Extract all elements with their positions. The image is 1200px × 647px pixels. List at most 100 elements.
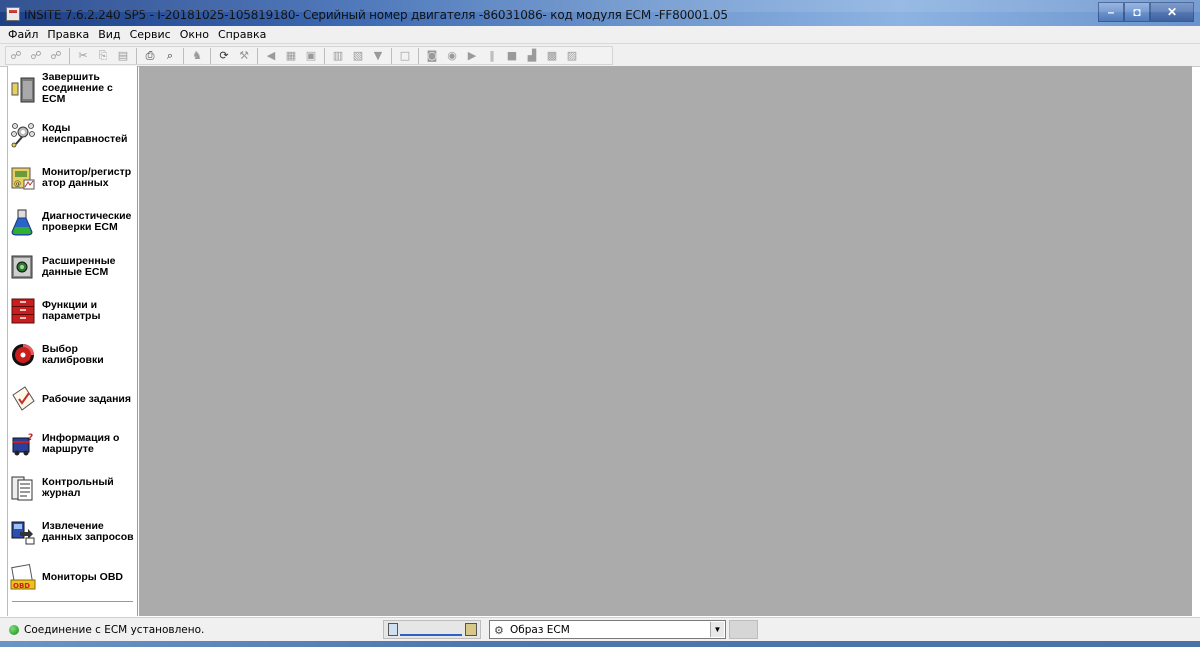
new-doc-button[interactable]: □ [397,48,413,64]
toolbar-separator [324,47,325,64]
audit-trail-icon [10,474,36,502]
sidebar-item-label: Рабочие задания [42,392,131,405]
paste-button[interactable]: ▤ [115,48,131,64]
ecm-image-icon: ⚙ [494,624,504,637]
sidebar-item-features-parameters[interactable]: Функции и параметры [10,297,138,325]
toolbar-separator [69,47,70,64]
sidebar-item-fault-codes[interactable]: Коды неисправностей [10,120,138,148]
calibration-selection-icon [10,341,36,369]
sidebar-item-label: Расширенные данные ECM [42,255,116,278]
stop-icon: ■ [506,49,518,62]
refresh-button[interactable]: ⟳ [216,48,232,64]
toolbar-separator [257,47,258,64]
print-preview-icon: ⌕ [166,48,174,62]
title-bar[interactable]: INSITE 7.6.2.240 SP5 - I-20181025-105819… [0,0,1200,28]
sidebar-item-label: Диагностические проверки ECM [42,210,132,233]
sidebar-item-obd-monitors[interactable]: OBD Мониторы OBD [10,563,138,591]
record-button[interactable]: ◉ [444,48,460,64]
menu-view[interactable]: Вид [98,28,120,41]
mdi-workspace[interactable] [139,66,1192,616]
sidebar-item-label: Информация о маршруте [42,432,120,455]
sidebar-item-calibration-selection[interactable]: Выбор калибровки [10,341,138,369]
menu-tools[interactable]: Сервис [130,28,171,41]
obd-monitors-icon: OBD [10,563,36,591]
connect-icon: ☍ [10,49,22,62]
ecm-image-select[interactable]: ⚙ Образ ECM ▼ [489,620,726,639]
maximize-button[interactable]: ◘ [1124,2,1150,22]
connect-multi-button[interactable]: ☍ [28,48,44,64]
refresh-icon: ⟳ [219,49,229,62]
play-button[interactable]: ▶ [464,48,480,64]
cut-icon: ✂ [78,49,88,62]
print-preview-button[interactable]: ⌕ [162,48,178,64]
sidebar-item-label: Мониторы OBD [42,570,124,583]
sidebar-item-label: Выбор калибровки [42,343,104,366]
menu-bar: Файл Правка Вид Сервис Окно Справка [0,26,1200,43]
menu-file[interactable]: Файл [8,28,38,41]
print-button[interactable]: ⎙ [142,48,158,64]
app-icon[interactable] [6,7,20,21]
export-button[interactable]: ▧ [350,48,366,64]
connect-multi-icon: ☍ [30,49,42,62]
sidebar-item-trip-information[interactable]: ? Информация о маршруте [10,430,138,458]
connection-link-icon [400,634,462,636]
close-button[interactable]: ✕ [1150,2,1194,22]
sidebar-item-disconnect-ecm[interactable]: Завершить соединение с ECM [10,72,138,105]
work-orders-icon [10,385,36,413]
stop-button[interactable]: ■ [504,48,520,64]
report-button[interactable]: ▥ [330,48,346,64]
play-icon: ▶ [467,49,477,62]
chevron-down-icon[interactable]: ▼ [710,622,724,637]
toolbar-separator [183,47,184,64]
filter-icon: ▼ [373,49,383,62]
filter-button[interactable]: ▼ [370,48,386,64]
trip-information-icon: ? [10,430,36,458]
chart-button[interactable]: ▩ [544,48,560,64]
window-controls: – ◘ ✕ [1098,2,1194,22]
toolbar-separator [210,47,211,64]
connection-indicator [383,620,481,639]
sidebar-item-label: Завершить соединение с ECM [42,71,113,105]
sidebar-item-diagnostic-tests[interactable]: Диагностические проверки ECM [10,208,138,236]
pause-icon: ‖ [489,49,495,62]
status-panel [729,620,758,639]
connect-button[interactable]: ☍ [8,48,24,64]
camera-button[interactable]: ◙ [424,48,440,64]
sidebar-item-work-orders[interactable]: Рабочие задания [10,385,138,413]
add-record-button[interactable]: ▦ [283,48,299,64]
connection-status-icon [9,625,19,635]
menu-edit[interactable]: Правка [47,28,89,41]
copy-button[interactable]: ⎘ [95,48,111,64]
toolbar-separator [391,47,392,64]
sidebar-item-data-monitor[interactable]: @ Монитор/регистр атор данных [10,164,138,192]
pause-button[interactable]: ‖ [484,48,500,64]
disconnect-ecm-icon [10,75,36,103]
find-icon: ♞ [192,49,202,62]
wrench-button[interactable]: ⚒ [236,48,252,64]
diagnostic-tests-icon [10,208,36,236]
sidebar-item-label: Извлечение данных запросов [42,520,134,543]
find-button[interactable]: ♞ [189,48,205,64]
step-button[interactable]: ▟ [524,48,540,64]
menu-window[interactable]: Окно [180,28,209,41]
save-record-button[interactable]: ▣ [303,48,319,64]
advanced-ecm-data-icon [10,253,36,281]
data-monitor-icon: @ [10,164,36,192]
paste-icon: ▤ [117,49,129,62]
wrench-icon: ⚒ [239,49,249,62]
sidebar-item-data-extraction[interactable]: Извлечение данных запросов [10,518,138,546]
sidebar-item-audit-trail[interactable]: Контрольный журнал [10,474,138,502]
report-icon: ▥ [332,49,344,62]
notes-button[interactable]: ▨ [564,48,580,64]
notes-icon: ▨ [566,49,578,62]
step-icon: ▟ [527,49,537,62]
connection-status-text: Соединение с ECM установлено. [24,624,205,636]
minimize-button[interactable]: – [1098,2,1124,22]
menu-help[interactable]: Справка [218,28,266,41]
cut-button[interactable]: ✂ [75,48,91,64]
speaker-button[interactable]: ◀ [263,48,279,64]
sidebar-item-advanced-ecm-data[interactable]: Расширенные данные ECM [10,253,138,281]
sidebar-item-label: Монитор/регистр атор данных [42,166,132,189]
toolbar: ☍ ☍ ☍ ✂ ⎘ ▤ ⎙ ⌕ ♞ ⟳ ⚒ ◀ ▦ ▣ ▥ ▧ ▼ □ ◙ ◉ ▶ ‖ ■ ▟ ▩ ▨ [0,43,1200,67]
disconnect-button[interactable]: ☍ [48,48,64,64]
